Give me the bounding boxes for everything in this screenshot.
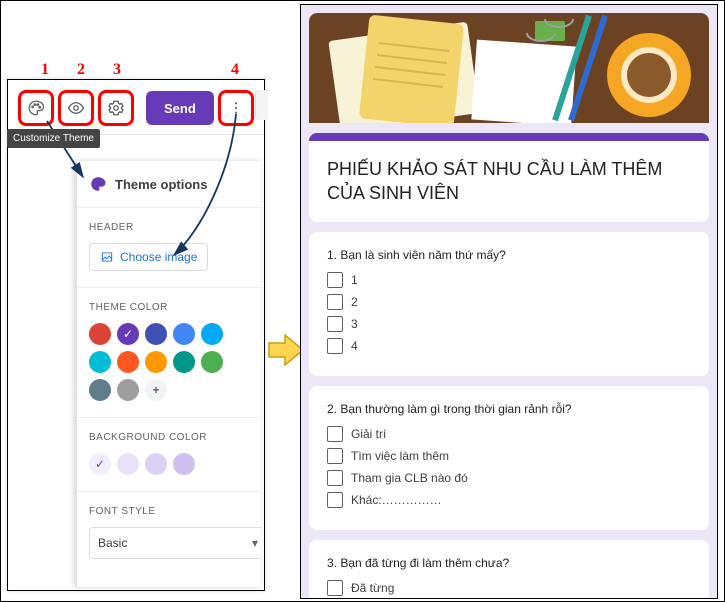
question-1-option[interactable]: 4 [327, 338, 691, 354]
checkbox-icon [327, 338, 343, 354]
palette-button[interactable] [18, 90, 54, 126]
question-2-option-label: Khác:…………… [351, 493, 442, 507]
theme-color-label: THEME COLOR [89, 302, 249, 313]
question-2-option-label: Giải trí [351, 427, 386, 441]
header-label: HEADER [89, 222, 249, 233]
question-1-option[interactable]: 1 [327, 272, 691, 288]
question-3-card: 3. Bạn đã từng đi làm thêm chưa? Đã từng [309, 540, 709, 599]
palette-icon [27, 99, 45, 117]
question-2-option[interactable]: Giải trí [327, 426, 691, 442]
choose-image-button[interactable]: Choose image [89, 243, 208, 271]
annot-2: 2 [77, 61, 85, 79]
stage: 1 2 3 4 THÊM ✓ Ch Send [0, 0, 725, 602]
bg-color-swatch[interactable] [173, 453, 195, 475]
checkbox-icon [327, 316, 343, 332]
theme-color-swatches: ✓+ [89, 323, 249, 401]
question-1-option-label: 3 [351, 317, 358, 331]
add-color-button[interactable]: + [145, 379, 167, 401]
bg-color-swatch[interactable] [145, 453, 167, 475]
font-style-section: FONT STYLE Basic ▾ [77, 492, 261, 575]
chevron-down-icon: ▾ [252, 536, 258, 550]
question-1-option-label: 1 [351, 273, 358, 287]
toolbar: Send [8, 80, 264, 135]
annot-1: 1 [41, 61, 49, 79]
theme-color-swatch[interactable] [145, 351, 167, 373]
image-icon [100, 250, 114, 264]
settings-button[interactable] [98, 90, 134, 126]
font-style-label: FONT STYLE [89, 506, 249, 517]
theme-color-swatch[interactable] [173, 323, 195, 345]
bg-color-section: BACKGROUND COLOR ✓ [77, 418, 261, 492]
choose-image-label: Choose image [120, 250, 197, 264]
font-style-select[interactable]: Basic ▾ [89, 527, 261, 559]
banner-art [309, 13, 709, 123]
more-button[interactable] [218, 90, 254, 126]
preview-button[interactable] [58, 90, 94, 126]
checkbox-icon [327, 426, 343, 442]
gear-icon [107, 99, 125, 117]
bg-color-label: BACKGROUND COLOR [89, 432, 249, 443]
theme-color-section: THEME COLOR ✓+ [77, 288, 261, 418]
question-1-card: 1. Bạn là sinh viên năm thứ mấy? 1 2 3 4 [309, 232, 709, 376]
checkbox-icon [327, 272, 343, 288]
theme-color-swatch[interactable] [89, 351, 111, 373]
form-banner [309, 13, 709, 123]
theme-color-swatch[interactable] [201, 323, 223, 345]
theme-color-swatch[interactable] [89, 323, 111, 345]
form-title-card: PHIẾU KHẢO SÁT NHU CẦU LÀM THÊM CỦA SINH… [309, 133, 709, 222]
theme-color-swatch[interactable] [145, 323, 167, 345]
theme-color-swatch[interactable] [117, 351, 139, 373]
checkbox-icon [327, 448, 343, 464]
bg-color-swatch[interactable]: ✓ [89, 453, 111, 475]
checkbox-icon [327, 294, 343, 310]
theme-color-swatch[interactable] [117, 379, 139, 401]
form-title: PHIẾU KHẢO SÁT NHU CẦU LÀM THÊM CỦA SINH… [327, 157, 691, 206]
annot-4: 4 [231, 61, 239, 79]
send-button[interactable]: Send [146, 91, 214, 125]
bg-color-swatches: ✓ [89, 453, 249, 475]
question-2-option[interactable]: Khác:…………… [327, 492, 691, 508]
checkbox-icon [327, 470, 343, 486]
question-2-option-label: Tìm việc làm thêm [351, 449, 449, 463]
theme-color-swatch[interactable]: ✓ [117, 323, 139, 345]
question-1-option-label: 4 [351, 339, 358, 353]
panel-edge [255, 90, 268, 120]
theme-color-swatch[interactable] [173, 351, 195, 373]
checkbox-icon [327, 580, 343, 596]
question-1-option[interactable]: 3 [327, 316, 691, 332]
question-2-card: 2. Bạn thường làm gì trong thời gian rản… [309, 386, 709, 530]
theme-panel-title: Theme options [115, 177, 207, 192]
question-2-text: 2. Bạn thường làm gì trong thời gian rản… [327, 402, 691, 416]
annot-3: 3 [113, 61, 121, 79]
question-3-option[interactable]: Đã từng [327, 580, 691, 596]
header-section: HEADER Choose image [77, 208, 261, 288]
question-2-option-label: Tham gia CLB nào đó [351, 471, 468, 485]
more-vert-icon [228, 100, 244, 116]
font-style-value: Basic [98, 536, 127, 550]
question-3-text: 3. Bạn đã từng đi làm thêm chưa? [327, 556, 691, 570]
question-2-option[interactable]: Tìm việc làm thêm [327, 448, 691, 464]
bg-color-swatch[interactable] [117, 453, 139, 475]
question-1-option-label: 2 [351, 295, 358, 309]
theme-options-panel: Theme options HEADER Choose image THEME … [76, 161, 261, 587]
theme-color-swatch[interactable] [89, 379, 111, 401]
theme-color-swatch[interactable] [201, 351, 223, 373]
question-3-option-label: Đã từng [351, 581, 394, 595]
question-1-text: 1. Bạn là sinh viên năm thứ mấy? [327, 248, 691, 262]
question-1-option[interactable]: 2 [327, 294, 691, 310]
theme-panel-header: Theme options [77, 161, 261, 208]
question-2-option[interactable]: Tham gia CLB nào đó [327, 470, 691, 486]
form-preview: PHIẾU KHẢO SÁT NHU CẦU LÀM THÊM CỦA SINH… [300, 4, 718, 599]
customize-theme-tooltip: Customize Theme [7, 129, 100, 148]
palette-icon [89, 175, 107, 193]
eye-icon [67, 99, 85, 117]
checkbox-icon [327, 492, 343, 508]
